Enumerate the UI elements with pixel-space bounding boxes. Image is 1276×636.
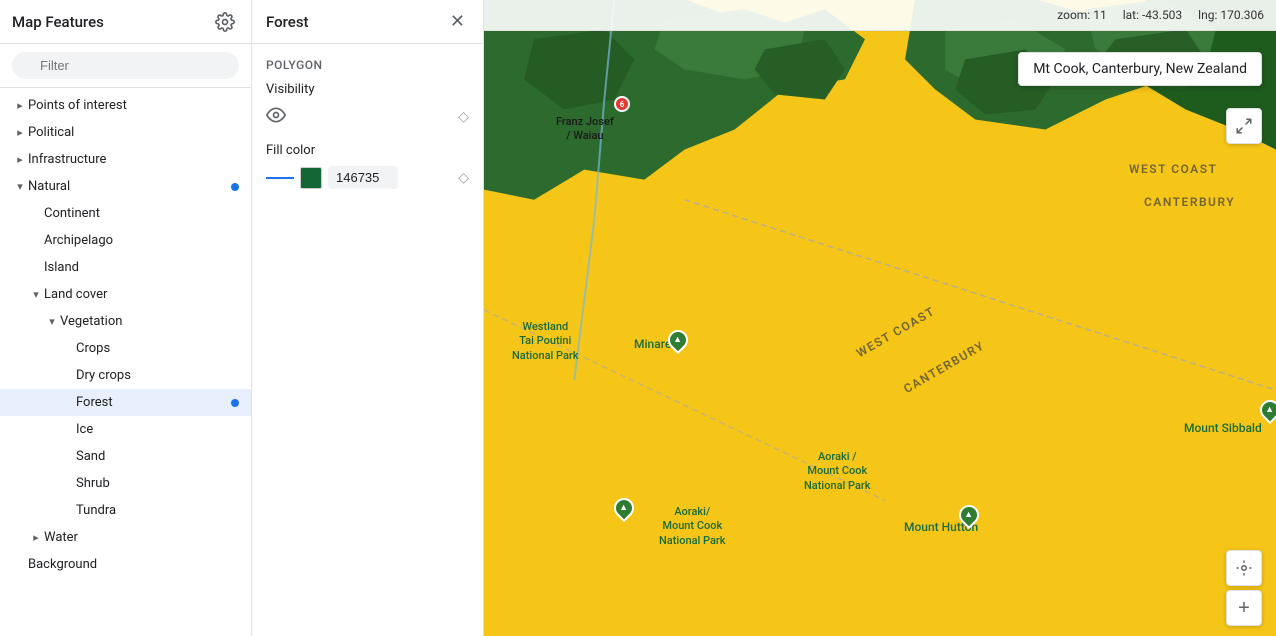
- map-svg: [484, 0, 1276, 636]
- gps-button[interactable]: [1226, 550, 1262, 586]
- visibility-label: Visibility: [266, 82, 469, 97]
- fill-color-label: Fill color: [266, 143, 469, 158]
- zoom-label: zoom: 11: [1057, 8, 1106, 22]
- fullscreen-button[interactable]: [1226, 108, 1262, 144]
- sidebar-item-tundra[interactable]: Tundra: [0, 497, 251, 524]
- active-dot: [231, 399, 239, 407]
- settings-button[interactable]: [211, 8, 239, 36]
- sidebar-item-ice[interactable]: Ice: [0, 416, 251, 443]
- active-dot: [231, 183, 239, 191]
- lng-label: lng: 170.306: [1198, 8, 1264, 22]
- color-left: [266, 166, 398, 189]
- color-hex-input[interactable]: [328, 166, 398, 189]
- map-topbar: zoom: 11 lat: -43.503 lng: 170.306: [484, 0, 1276, 31]
- detail-header: Forest ✕: [252, 0, 483, 44]
- sidebar-item-label: Shrub: [76, 476, 110, 491]
- detail-title: Forest: [266, 13, 309, 31]
- sidebar-item-label: Forest: [76, 395, 113, 410]
- westland-label: WestlandTai PoutiniNational Park: [512, 320, 579, 363]
- visibility-row: ◇: [266, 105, 469, 129]
- sidebar-item-dry-crops[interactable]: Dry crops: [0, 362, 251, 389]
- filter-input[interactable]: [12, 52, 239, 79]
- sidebar-item-label: Political: [28, 125, 74, 140]
- location-label: Mt Cook, Canterbury, New Zealand: [1018, 52, 1262, 86]
- sidebar-item-infrastructure[interactable]: ▸Infrastructure: [0, 146, 251, 173]
- color-line: [266, 177, 294, 179]
- sidebar-item-forest[interactable]: Forest: [0, 389, 251, 416]
- arrow-icon: ▸: [28, 531, 44, 544]
- sidebar-item-label: Natural: [28, 179, 70, 194]
- sidebar-item-island[interactable]: Island: [0, 254, 251, 281]
- map-coords: zoom: 11 lat: -43.503 lng: 170.306: [1057, 8, 1264, 22]
- sidebar-item-label: Dry crops: [76, 368, 131, 383]
- sidebar-title: Map Features: [12, 13, 104, 31]
- sidebar-item-background[interactable]: Background: [0, 551, 251, 578]
- sidebar-header: Map Features: [0, 0, 251, 44]
- west-coast-label-1: WEST COAST: [1129, 162, 1217, 178]
- arrow-icon: ▾: [28, 288, 44, 301]
- sidebar-item-vegetation[interactable]: ▾Vegetation: [0, 308, 251, 335]
- map-area[interactable]: zoom: 11 lat: -43.503 lng: 170.306 Mt Co…: [484, 0, 1276, 636]
- sidebar-item-sand[interactable]: Sand: [0, 443, 251, 470]
- sidebar-item-points-of-interest[interactable]: ▸Points of interest: [0, 92, 251, 119]
- fill-color-diamond-icon[interactable]: ◇: [458, 170, 469, 186]
- tree-list: ▸Points of interest▸Political▸Infrastruc…: [0, 88, 251, 636]
- arrow-icon: ▾: [44, 315, 60, 328]
- sidebar-item-archipelago[interactable]: Archipelago: [0, 227, 251, 254]
- detail-body: Polygon Visibility ◇ Fill color ◇: [252, 44, 483, 217]
- arrow-icon: ▾: [12, 180, 28, 193]
- sidebar-item-label: Infrastructure: [28, 152, 106, 167]
- sidebar-item-crops[interactable]: Crops: [0, 335, 251, 362]
- sidebar-item-water[interactable]: ▸Water: [0, 524, 251, 551]
- sidebar-item-label: Crops: [76, 341, 110, 356]
- franz-josef-label: Franz Josef/ Waiau: [556, 115, 614, 144]
- aoraki-label-1: Aoraki /Mount CookNational Park: [804, 450, 871, 493]
- sidebar: Map Features ▸Points of interest▸Politic…: [0, 0, 252, 636]
- color-swatch[interactable]: [300, 167, 322, 189]
- sidebar-item-label: Tundra: [76, 503, 116, 518]
- sidebar-item-label: Vegetation: [60, 314, 122, 329]
- arrow-icon: ▸: [12, 153, 28, 166]
- sidebar-item-continent[interactable]: Continent: [0, 200, 251, 227]
- canterbury-label-1: CANTERBURY: [1144, 195, 1235, 211]
- zoom-in-button[interactable]: +: [1226, 590, 1262, 626]
- sidebar-item-shrub[interactable]: Shrub: [0, 470, 251, 497]
- route-dot-6: 6: [614, 96, 630, 112]
- sidebar-item-label: Island: [44, 260, 79, 275]
- arrow-icon: ▸: [12, 99, 28, 112]
- sidebar-item-label: Continent: [44, 206, 100, 221]
- sidebar-item-label: Ice: [76, 422, 93, 437]
- sidebar-item-label: Archipelago: [44, 233, 113, 248]
- mount-sibbald-label: Mount Sibbald: [1184, 421, 1262, 437]
- sidebar-item-label: Land cover: [44, 287, 107, 302]
- map-controls: [1226, 108, 1262, 144]
- arrow-icon: ▸: [12, 126, 28, 139]
- fill-color-row: ◇: [266, 166, 469, 189]
- sidebar-item-label: Water: [44, 530, 78, 545]
- sidebar-item-natural[interactable]: ▾Natural: [0, 173, 251, 200]
- lat-label: lat: -43.503: [1123, 8, 1182, 22]
- sidebar-item-label: Sand: [76, 449, 105, 464]
- eye-icon[interactable]: [266, 105, 286, 129]
- sidebar-item-label: Points of interest: [28, 98, 127, 113]
- visibility-diamond-icon[interactable]: ◇: [458, 109, 469, 125]
- sidebar-item-land-cover[interactable]: ▾Land cover: [0, 281, 251, 308]
- sidebar-item-label: Background: [28, 557, 97, 572]
- sidebar-item-political[interactable]: ▸Political: [0, 119, 251, 146]
- detail-panel: Forest ✕ Polygon Visibility ◇ Fill color…: [252, 0, 484, 636]
- polygon-label: Polygon: [266, 58, 469, 72]
- aoraki-label-2: Aoraki/Mount CookNational Park: [659, 505, 726, 548]
- filter-bar: [0, 44, 251, 88]
- close-button[interactable]: ✕: [446, 7, 469, 36]
